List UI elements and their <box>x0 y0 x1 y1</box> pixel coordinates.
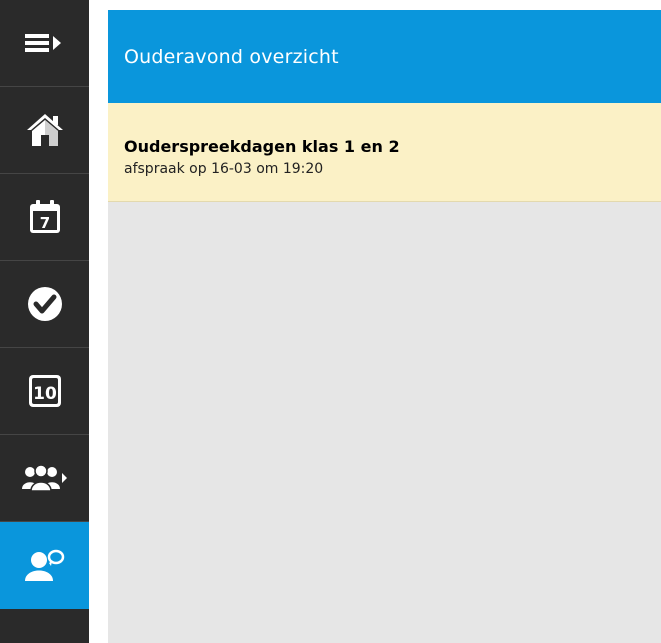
calendar-7-icon: 7 <box>28 199 62 235</box>
sidebar-item-tasks[interactable] <box>0 261 89 348</box>
appointment-item[interactable]: Ouderspreekdagen klas 1 en 2 afspraak op… <box>108 103 661 202</box>
grades-label: 10 <box>33 384 57 404</box>
appointment-title: Ouderspreekdagen klas 1 en 2 <box>124 137 400 156</box>
sidebar-menu-toggle[interactable] <box>0 0 89 87</box>
people-group-icon <box>21 463 68 493</box>
menu-arrow-icon <box>24 32 65 54</box>
sidebar: 7 10 <box>0 0 89 643</box>
appointment-time: afspraak op 16-03 om 19:20 <box>124 161 324 177</box>
calendar-day-label: 7 <box>39 214 49 232</box>
page-title: Ouderavond overzicht <box>124 45 339 68</box>
sidebar-item-groups[interactable] <box>0 435 89 522</box>
page-header: Ouderavond overzicht <box>108 10 661 103</box>
checkmark-icon <box>27 286 63 322</box>
sidebar-item-agenda[interactable]: 7 <box>0 174 89 261</box>
sidebar-item-grades[interactable]: 10 <box>0 348 89 435</box>
sidebar-item-home[interactable] <box>0 87 89 174</box>
main-content: Ouderavond overzicht Ouderspreekdagen kl… <box>108 10 661 643</box>
grades-10-icon: 10 <box>28 374 62 408</box>
sidebar-item-parent-evening[interactable] <box>0 522 89 609</box>
person-speech-icon <box>24 548 65 582</box>
home-icon <box>26 113 64 147</box>
